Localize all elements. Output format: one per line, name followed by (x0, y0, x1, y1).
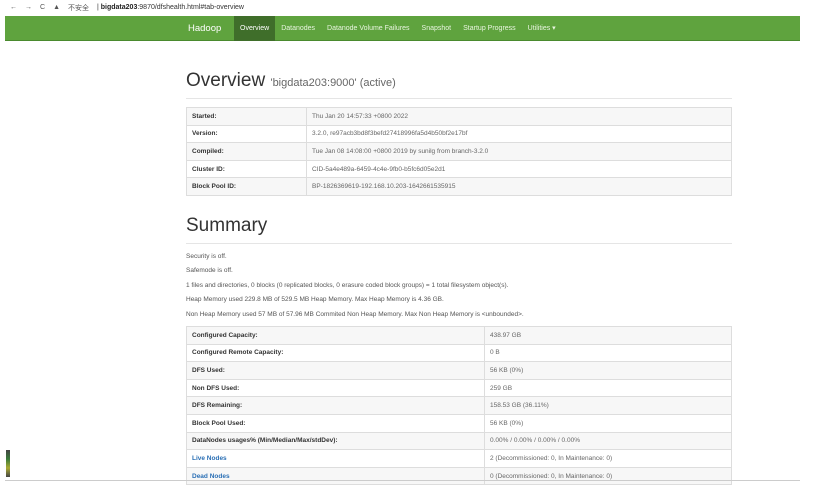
divider (5, 480, 800, 481)
summary-line: Non Heap Memory used 57 MB of 57.96 MB C… (186, 311, 524, 318)
row-label: DFS Remaining: (186, 396, 485, 415)
table-row: Non DFS Used: 259 GB (186, 378, 732, 398)
table-row: Compiled: Tue Jan 08 14:08:00 +0800 2019 … (186, 142, 732, 161)
row-value: 3.2.0, re97acb3bd8f3befd27418996fa5d4b50… (306, 124, 732, 144)
table-row: Started: Thu Jan 20 14:57:33 +0800 2022 (186, 107, 732, 126)
navbar: Hadoop Overview Datanodes Datanode Volum… (5, 15, 800, 41)
row-value: 0.00% / 0.00% / 0.00% / 0.00% (484, 431, 732, 451)
table-row: Block Pool Used: 56 KB (0%) (186, 413, 732, 433)
row-label: Compiled: (186, 142, 307, 161)
nav-startup-progress[interactable]: Startup Progress (457, 16, 522, 41)
warning-icon: ▲ (53, 4, 60, 11)
back-icon[interactable]: ← (10, 4, 17, 11)
row-label: Live Nodes (186, 449, 485, 468)
row-label: DataNodes usages% (Min/Median/Max/stdDev… (186, 431, 485, 451)
row-value: BP-1826369619-192.168.10.203-16426615359… (306, 177, 732, 196)
summary-table: Configured Capacity: 438.97 GB Configured … (186, 326, 732, 486)
row-value: Tue Jan 08 14:08:00 +0800 2019 by sunilg… (306, 142, 732, 161)
table-row: Block Pool ID: BP-1826369619-192.168.10.2… (186, 177, 732, 196)
nav-overview[interactable]: Overview (234, 15, 276, 41)
forward-icon[interactable]: → (25, 4, 32, 11)
row-link[interactable]: Live Nodes (192, 455, 227, 462)
overview-table: Started: Thu Jan 20 14:57:33 +0800 2022 Ve… (186, 107, 732, 196)
row-label: Started: (186, 107, 307, 126)
row-label: Version: (186, 124, 307, 144)
summary-line: 1 files and directories, 0 blocks (0 rep… (186, 282, 509, 289)
summary-title: Summary (186, 215, 268, 236)
brand[interactable]: Hadoop (188, 23, 221, 34)
divider (186, 98, 732, 99)
row-label: Block Pool ID: (186, 177, 307, 196)
row-label: Cluster ID: (186, 159, 307, 179)
summary-line: Security is off. (186, 253, 227, 260)
nav-utilities[interactable]: Utilities ▾ (522, 16, 562, 41)
row-label: Dead Nodes (186, 466, 485, 486)
row-label: Non DFS Used: (186, 378, 485, 398)
nav-datanodes[interactable]: Datanodes (275, 16, 321, 41)
row-value: 259 GB (484, 378, 732, 398)
table-row: Cluster ID: CID-5a4e489a-6459-4c4e-9fb0-b… (186, 159, 732, 179)
address-bar[interactable]: ← → C ▲ 不安全 | bigdata203:9870/dfshealth.… (0, 0, 822, 15)
table-row: Version: 3.2.0, re97acb3bd8f3befd27418996… (186, 124, 732, 144)
summary-line: Heap Memory used 229.8 MB of 529.5 MB He… (186, 296, 444, 303)
table-row: DFS Remaining: 158.53 GB (36.11%) (186, 396, 732, 415)
row-value: 56 KB (0%) (484, 413, 732, 433)
row-label: Block Pool Used: (186, 413, 485, 433)
row-value: 56 KB (0%) (484, 361, 732, 380)
row-value: Thu Jan 20 14:57:33 +0800 2022 (306, 107, 732, 126)
row-link[interactable]: Dead Nodes (192, 473, 230, 480)
row-label: DFS Used: (186, 361, 485, 380)
table-row: Dead Nodes 0 (Decommissioned: 0, In Maint… (186, 466, 732, 486)
row-value: 2 (Decommissioned: 0, In Maintenance: 0) (484, 449, 732, 468)
table-row: DFS Used: 56 KB (0%) (186, 361, 732, 380)
row-label: Configured Capacity: (186, 326, 485, 345)
url-text[interactable]: | bigdata203:9870/dfshealth.html#tab-ove… (97, 4, 244, 11)
divider (186, 243, 732, 244)
table-row: Live Nodes 2 (Decommissioned: 0, In Maint… (186, 449, 732, 468)
row-value: 0 (Decommissioned: 0, In Maintenance: 0) (484, 466, 732, 486)
nav-volume-failures[interactable]: Datanode Volume Failures (321, 16, 416, 41)
insecure-label: 不安全 (68, 4, 89, 12)
table-row: Configured Capacity: 438.97 GB (186, 326, 732, 345)
table-row: DataNodes usages% (Min/Median/Max/stdDev… (186, 431, 732, 451)
table-row: Configured Remote Capacity: 0 B (186, 343, 732, 363)
nav-snapshot[interactable]: Snapshot (416, 16, 458, 41)
taskbar-app-icon[interactable] (6, 450, 10, 477)
row-value: 0 B (484, 343, 732, 363)
summary-line: Safemode is off. (186, 267, 233, 274)
reload-icon[interactable]: C (40, 4, 45, 11)
row-label: Configured Remote Capacity: (186, 343, 485, 363)
overview-title: Overview 'bigdata203:9000' (active) (186, 70, 396, 91)
row-value: 438.97 GB (484, 326, 732, 345)
row-value: 158.53 GB (36.11%) (484, 396, 732, 415)
row-value: CID-5a4e489a-6459-4c4e-9fb0-b5fc6d05e2d1 (306, 159, 732, 179)
